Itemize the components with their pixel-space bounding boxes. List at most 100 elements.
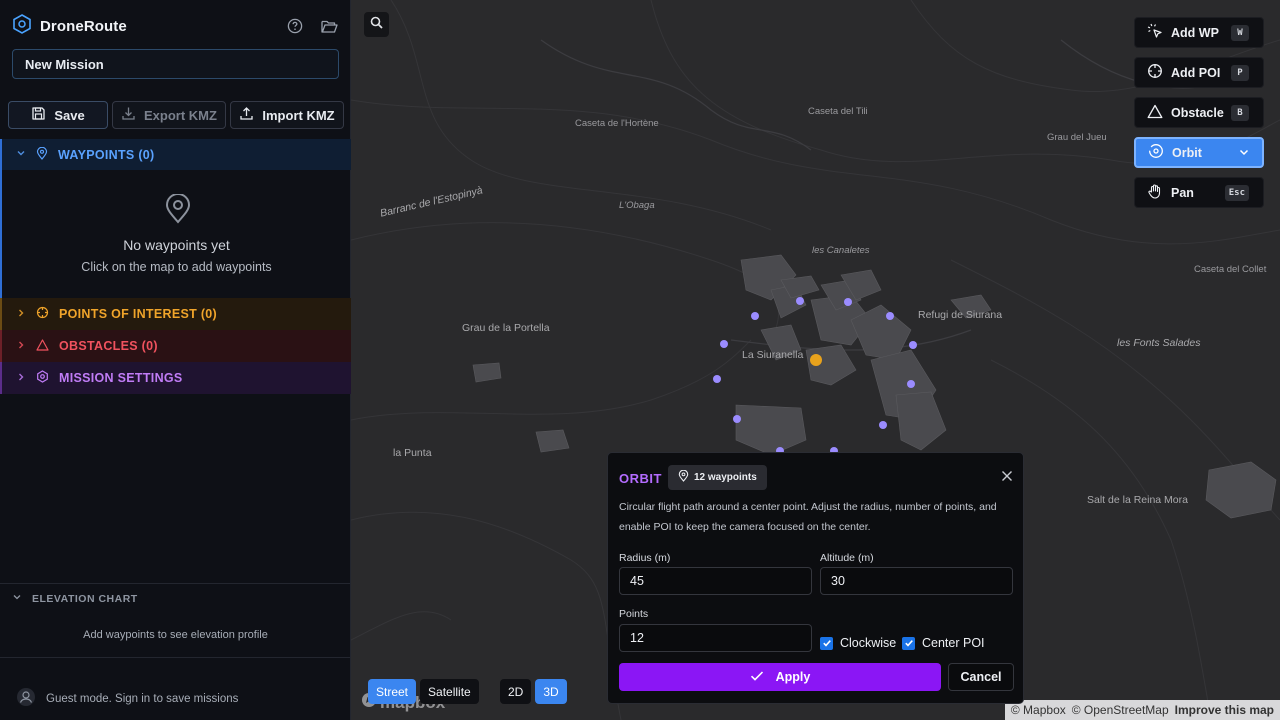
altitude-input[interactable]: 30 <box>820 567 1013 595</box>
check-icon <box>750 670 764 685</box>
points-input[interactable]: 12 <box>619 624 812 652</box>
triangle-icon <box>1147 104 1163 122</box>
guest-text: Guest mode. Sign in to save missions <box>46 692 239 705</box>
import-kmz-button[interactable]: Import KMZ <box>230 101 344 129</box>
import-label: Import KMZ <box>262 107 335 123</box>
center-poi-checkbox[interactable]: Center POI <box>902 636 985 650</box>
shortcut-key: B <box>1231 105 1249 121</box>
street-style-button[interactable]: Street <box>368 679 417 704</box>
clockwise-checkbox[interactable]: Clockwise <box>820 636 896 650</box>
center-poi-label: Center POI <box>922 636 985 650</box>
shortcut-key: Esc <box>1224 185 1249 201</box>
map-pin-icon <box>36 146 48 163</box>
hand-icon <box>1147 183 1163 202</box>
map-pin-icon <box>678 469 689 485</box>
user-icon <box>16 687 36 710</box>
poi-title: POINTS OF INTEREST (0) <box>59 307 217 321</box>
waypoints-empty-state: No waypoints yet Click on the map to add… <box>0 170 351 298</box>
shortcut-key: P <box>1231 65 1249 81</box>
cancel-button[interactable]: Cancel <box>948 663 1014 691</box>
map-label: La Siuranella <box>742 349 804 361</box>
save-icon <box>31 106 46 124</box>
map-label: Caseta del Collet <box>1194 264 1267 275</box>
map-label: Refugi de Siurana <box>918 309 1003 321</box>
export-kmz-button[interactable]: Export KMZ <box>112 101 226 129</box>
tool-label: Orbit <box>1172 145 1202 160</box>
map-label: Grau de la Portella <box>462 322 550 334</box>
close-icon[interactable] <box>1001 469 1013 487</box>
chevron-right-icon <box>16 340 26 353</box>
crosshair-icon <box>1147 63 1163 82</box>
mission-settings-section-header[interactable]: MISSION SETTINGS <box>0 362 351 394</box>
view-3d-button[interactable]: 3D <box>535 679 567 704</box>
pan-tool[interactable]: Pan Esc <box>1134 177 1264 208</box>
add-poi-tool[interactable]: Add POI P <box>1134 57 1264 88</box>
map-label: Caseta del Tili <box>808 106 868 117</box>
clockwise-label: Clockwise <box>840 636 897 650</box>
shortcut-key: W <box>1231 25 1249 41</box>
osm-attribution-link[interactable]: © OpenStreetMap <box>1072 703 1169 720</box>
elevation-chart-panel: ELEVATION CHART Add waypoints to see ele… <box>0 583 351 658</box>
orbit-tool[interactable]: Orbit <box>1134 137 1264 168</box>
points-label: Points <box>619 608 649 620</box>
satellite-style-button[interactable]: Satellite <box>420 679 479 704</box>
map-label: Salt de la Reina Mora <box>1087 494 1188 506</box>
help-circle-icon[interactable] <box>284 15 306 37</box>
obstacle-tool[interactable]: Obstacle B <box>1134 97 1264 128</box>
map-label: la Punta <box>393 447 432 459</box>
folder-open-icon[interactable] <box>318 15 340 37</box>
mission-name-input[interactable] <box>12 49 339 79</box>
chevron-down-icon <box>16 148 26 161</box>
orbit-description: Circular flight path around a center poi… <box>619 501 997 533</box>
save-button[interactable]: Save <box>8 101 108 129</box>
empty-title: No waypoints yet <box>123 237 230 253</box>
poi-section-header[interactable]: POINTS OF INTEREST (0) <box>0 298 351 330</box>
map-attribution: © Mapbox © OpenStreetMap Improve this ma… <box>1004 700 1280 720</box>
waypoints-title: WAYPOINTS (0) <box>58 147 155 162</box>
chevron-right-icon <box>16 372 26 385</box>
orbit-panel: ORBIT 12 waypoints Circular flight path … <box>607 452 1024 704</box>
empty-hint: Click on the map to add waypoints <box>81 260 272 274</box>
download-icon <box>121 106 136 124</box>
waypoints-section-header[interactable]: WAYPOINTS (0) <box>0 139 351 170</box>
upload-icon <box>239 106 254 124</box>
guest-status: Guest mode. Sign in to save missions <box>16 687 238 710</box>
apply-label: Apply <box>775 670 811 684</box>
map-canvas[interactable]: Caseta de l'Hortène Caseta del Tili Grau… <box>351 0 1280 720</box>
map-pin-icon <box>164 193 192 229</box>
add-waypoint-tool[interactable]: Add WP W <box>1134 17 1264 48</box>
crosshair-icon <box>36 306 49 322</box>
obstacles-title: OBSTACLES (0) <box>59 339 158 353</box>
elevation-title: ELEVATION CHART <box>32 592 138 605</box>
map-search-button[interactable] <box>364 12 389 37</box>
search-icon <box>370 16 383 34</box>
improve-map-link[interactable]: Improve this map <box>1175 703 1274 720</box>
cursor-click-icon <box>1147 23 1163 42</box>
orbit-icon <box>1148 143 1164 162</box>
apply-button[interactable]: Apply <box>619 663 941 691</box>
gear-icon <box>36 370 49 386</box>
elevation-message: Add waypoints to see elevation profile <box>83 629 268 641</box>
map-label: L'Obaga <box>619 200 655 211</box>
checkmark-icon <box>820 636 833 650</box>
obstacles-section-header[interactable]: OBSTACLES (0) <box>0 330 351 362</box>
tool-label: Obstacle <box>1171 105 1224 120</box>
view-2d-button[interactable]: 2D <box>500 679 532 704</box>
tool-label: Add POI <box>1171 65 1221 80</box>
chevron-right-icon <box>16 308 26 321</box>
map-label: les Fonts Salades <box>1117 337 1201 349</box>
triangle-icon <box>36 338 49 354</box>
app-name: DroneRoute <box>40 18 127 35</box>
sidebar: DroneRoute Save Export KMZ Import KMZ WA… <box>0 0 351 720</box>
map-label: les Canaletes <box>812 245 870 256</box>
mapbox-attribution-link[interactable]: © Mapbox <box>1011 703 1066 720</box>
badge-text: 12 waypoints <box>694 472 757 483</box>
export-label: Export KMZ <box>144 107 217 123</box>
checkmark-icon <box>902 636 915 650</box>
radius-input[interactable]: 45 <box>619 567 812 595</box>
orbit-title: ORBIT <box>619 471 662 486</box>
altitude-label: Altitude (m) <box>820 552 874 564</box>
settings-title: MISSION SETTINGS <box>59 371 183 385</box>
elevation-header[interactable]: ELEVATION CHART <box>12 592 138 605</box>
chevron-down-icon[interactable] <box>1238 146 1250 161</box>
